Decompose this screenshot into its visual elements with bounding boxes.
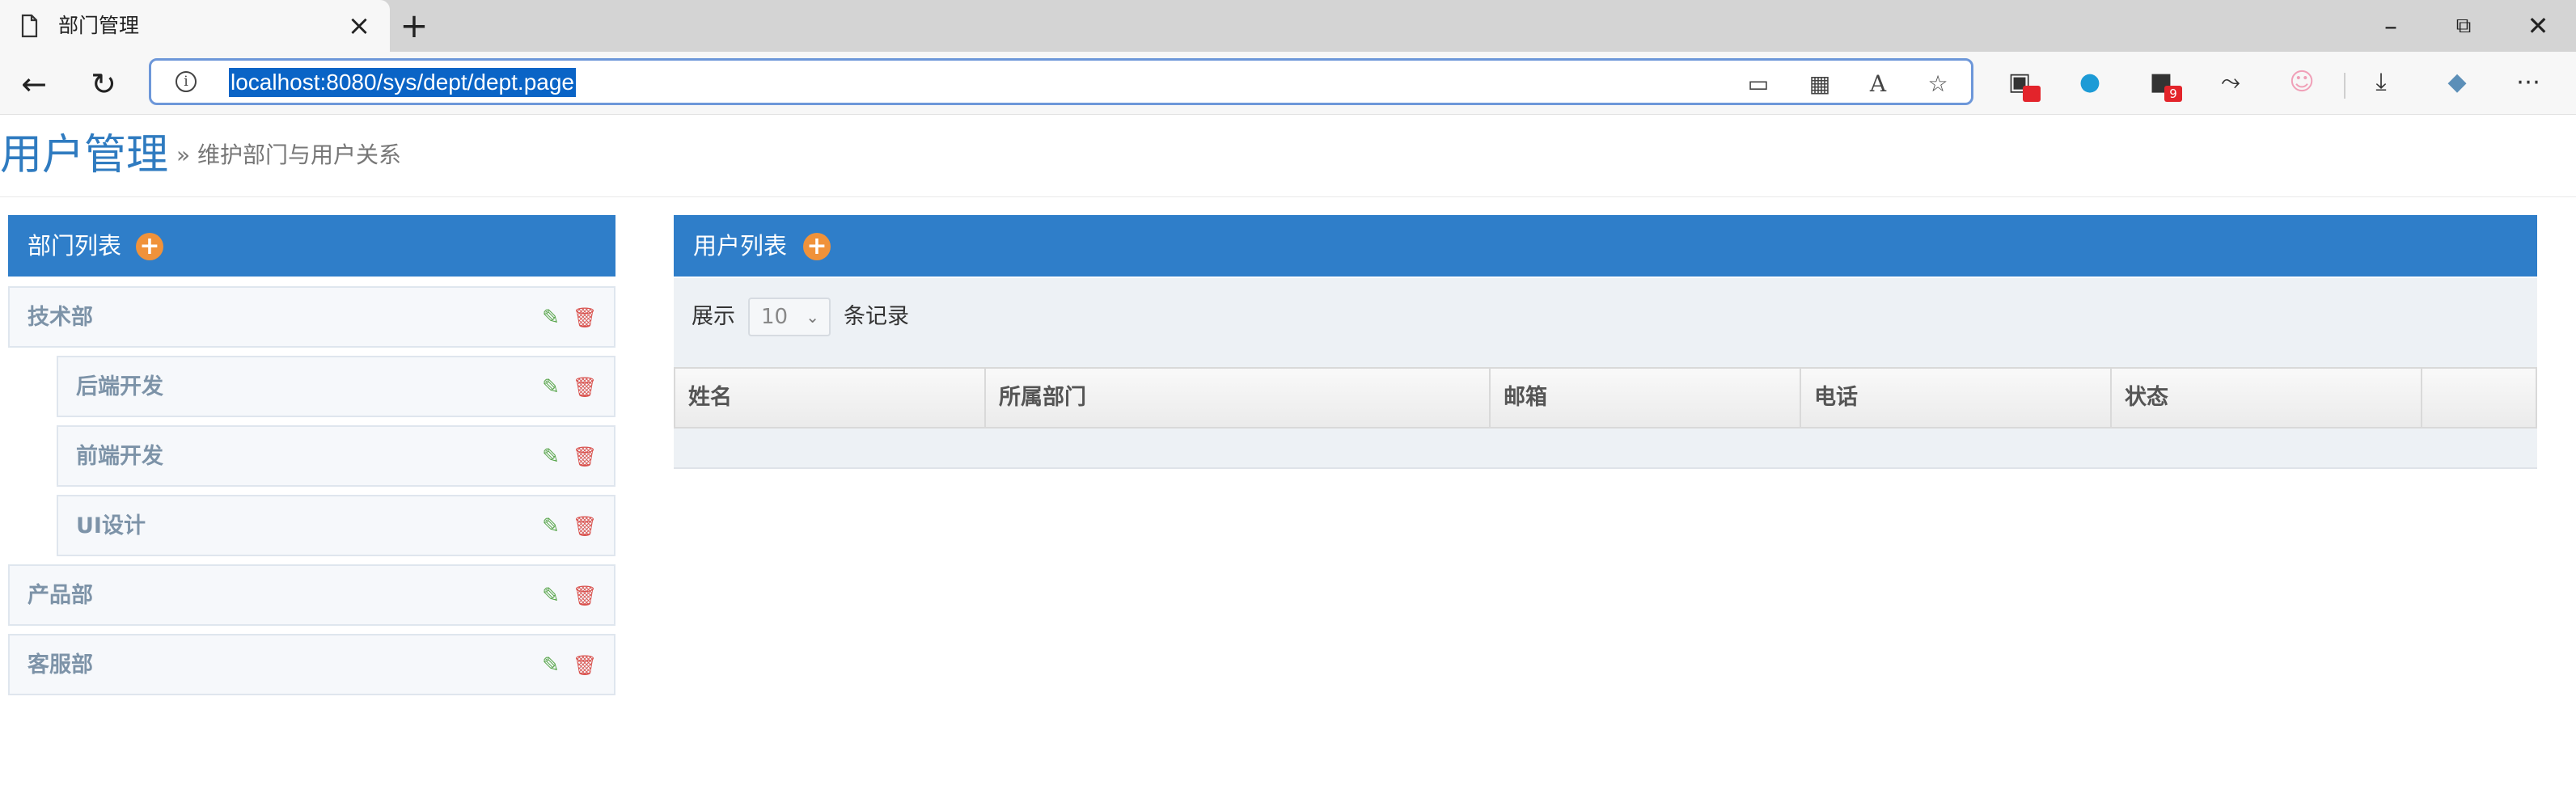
- extension-1-icon[interactable]: ▣: [2003, 66, 2041, 102]
- close-window-button[interactable]: ✕: [2514, 6, 2562, 45]
- page-size-value: 10: [761, 305, 789, 329]
- browser-tab[interactable]: 部门管理 ×: [0, 0, 390, 52]
- profile-icon[interactable]: ◆: [2441, 66, 2473, 99]
- column-header-status[interactable]: 状态: [2112, 369, 2422, 427]
- column-header-phone[interactable]: 电话: [1801, 369, 2112, 427]
- browser-tab-bar: 部门管理 × + – ⧉ ✕: [0, 0, 2576, 52]
- dept-label: 技术部: [27, 305, 93, 330]
- toolbar-divider: [2344, 73, 2345, 99]
- edit-icon[interactable]: ✎: [539, 306, 563, 330]
- dept-item-tech[interactable]: 技术部 ✎ 🗑: [8, 286, 615, 348]
- user-panel-header: 用户列表 +: [674, 215, 2537, 277]
- delete-icon[interactable]: 🗑: [573, 445, 597, 469]
- favorites-icon[interactable]: ☆: [1924, 70, 1952, 98]
- user-panel-body: 展示 10 ⌄ 条记录 姓名 所属部门 邮箱 电话 状态: [674, 278, 2537, 469]
- url-text[interactable]: localhost:8080/sys/dept/dept.page: [229, 68, 576, 97]
- delete-icon[interactable]: 🗑: [573, 653, 597, 678]
- dept-item-backend[interactable]: 后端开发 ✎ 🗑: [57, 356, 615, 417]
- new-tab-button[interactable]: +: [396, 8, 432, 44]
- translate-icon[interactable]: ⤳: [2214, 66, 2247, 99]
- extension-3-icon[interactable]: ■ 9: [2145, 66, 2182, 102]
- dept-item-ui[interactable]: UI设计 ✎ 🗑: [57, 495, 615, 556]
- extension-badge: [2023, 86, 2041, 102]
- device-icon[interactable]: ▭: [1745, 70, 1772, 98]
- edit-icon[interactable]: ✎: [539, 445, 563, 469]
- column-header-name[interactable]: 姓名: [675, 369, 986, 427]
- page-subtitle: » 维护部门与用户关系: [176, 141, 402, 168]
- user-panel-title: 用户列表: [693, 232, 788, 260]
- cat-extension-icon[interactable]: ☺: [2286, 66, 2318, 99]
- chevron-down-icon: ⌄: [806, 307, 819, 327]
- add-dept-button[interactable]: +: [136, 233, 163, 260]
- dept-label: 产品部: [27, 583, 93, 608]
- dept-item-frontend[interactable]: 前端开发 ✎ 🗑: [57, 425, 615, 487]
- column-header-dept[interactable]: 所属部门: [986, 369, 1491, 427]
- page-size-select[interactable]: 10 ⌄: [748, 298, 831, 336]
- dept-label: 前端开发: [76, 444, 163, 469]
- apps-icon[interactable]: ▦: [1806, 70, 1834, 98]
- dept-label: 后端开发: [76, 374, 163, 399]
- close-tab-icon[interactable]: ×: [343, 10, 375, 42]
- minimize-button[interactable]: –: [2367, 6, 2415, 45]
- download-icon[interactable]: ⤓: [2365, 66, 2397, 99]
- restore-button[interactable]: ⧉: [2439, 6, 2488, 45]
- page-header: 用户管理 » 维护部门与用户关系: [0, 115, 2576, 197]
- column-header-email[interactable]: 邮箱: [1491, 369, 1801, 427]
- delete-icon[interactable]: 🗑: [573, 514, 597, 538]
- more-menu-icon[interactable]: ⋯: [2512, 66, 2544, 99]
- delete-icon[interactable]: 🗑: [573, 375, 597, 399]
- dept-label: 客服部: [27, 652, 93, 678]
- edit-icon[interactable]: ✎: [539, 653, 563, 678]
- records-label: 条记录: [844, 304, 909, 329]
- delete-icon[interactable]: 🗑: [573, 306, 597, 330]
- browser-toolbar: ← ↻ i localhost:8080/sys/dept/dept.page …: [0, 52, 2576, 115]
- read-aloud-icon[interactable]: A: [1864, 70, 1892, 98]
- site-info-icon[interactable]: i: [176, 71, 197, 92]
- dept-panel-title: 部门列表: [27, 232, 122, 260]
- page-title: 用户管理: [0, 131, 169, 179]
- back-button[interactable]: ←: [13, 63, 55, 105]
- dept-label: UI设计: [76, 513, 146, 538]
- page-icon: [21, 14, 38, 38]
- refresh-button[interactable]: ↻: [82, 63, 125, 105]
- edit-icon[interactable]: ✎: [539, 584, 563, 608]
- telegram-icon[interactable]: ●: [2074, 66, 2106, 99]
- delete-icon[interactable]: 🗑: [573, 584, 597, 608]
- dept-item-service[interactable]: 客服部 ✎ 🗑: [8, 634, 615, 695]
- address-bar[interactable]: i localhost:8080/sys/dept/dept.page ▭ ▦ …: [149, 58, 1973, 105]
- user-table-header: 姓名 所属部门 邮箱 电话 状态: [674, 367, 2537, 429]
- column-header-actions: [2422, 369, 2536, 427]
- add-user-button[interactable]: +: [803, 233, 831, 260]
- edit-icon[interactable]: ✎: [539, 375, 563, 399]
- tab-title: 部门管理: [58, 14, 140, 37]
- show-label: 展示: [692, 304, 735, 329]
- dept-item-product[interactable]: 产品部 ✎ 🗑: [8, 564, 615, 626]
- extension-badge: 9: [2164, 86, 2182, 102]
- edit-icon[interactable]: ✎: [539, 514, 563, 538]
- dept-panel-header: 部门列表 +: [8, 215, 615, 277]
